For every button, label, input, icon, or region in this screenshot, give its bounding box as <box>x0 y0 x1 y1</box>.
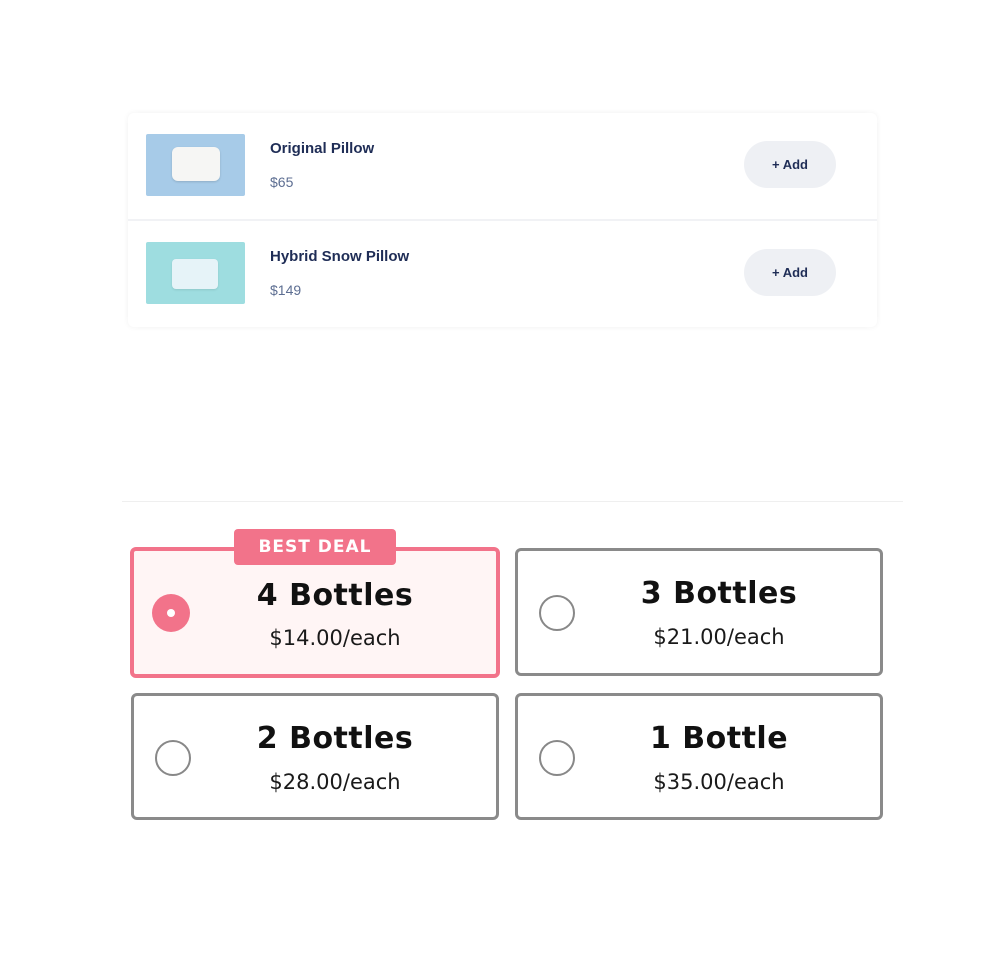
bundle-option-1-bottle[interactable]: 1 Bottle $35.00/each <box>515 693 883 820</box>
add-hybrid-snow-pillow-button[interactable]: + Add <box>744 249 836 296</box>
option-title: 1 Bottle <box>649 721 789 756</box>
option-price: $14.00/each <box>269 626 401 650</box>
bundle-option-2-bottles[interactable]: 2 Bottles $28.00/each <box>131 693 499 820</box>
option-title: 2 Bottles <box>256 721 414 756</box>
product-name: Original Pillow <box>270 140 375 157</box>
product-row-original-pillow: Original Pillow $65 + Add <box>128 113 877 219</box>
product-price: $65 <box>270 174 294 190</box>
option-price: $21.00/each <box>653 625 785 649</box>
option-title: 3 Bottles <box>640 576 798 611</box>
option-price: $35.00/each <box>653 770 785 794</box>
product-name: Hybrid Snow Pillow <box>270 248 410 265</box>
product-row-hybrid-snow-pillow: Hybrid Snow Pillow $149 + Add <box>128 219 877 327</box>
pillow-image <box>172 259 218 289</box>
product-price: $149 <box>270 282 302 298</box>
bundle-option-3-bottles[interactable]: 3 Bottles $21.00/each <box>515 548 883 676</box>
bundle-option-4-bottles[interactable]: 4 Bottles $14.00/each <box>130 547 500 678</box>
section-divider <box>122 501 903 502</box>
product-list: Original Pillow $65 + Add Hybrid Snow Pi… <box>128 113 877 327</box>
add-original-pillow-button[interactable]: + Add <box>744 141 836 188</box>
best-deal-badge: BEST DEAL <box>234 529 396 565</box>
pillow-image <box>172 147 220 181</box>
option-title: 4 Bottles <box>256 578 414 613</box>
option-price: $28.00/each <box>269 770 401 794</box>
product-thumbnail <box>146 242 245 304</box>
product-thumbnail <box>146 134 245 196</box>
